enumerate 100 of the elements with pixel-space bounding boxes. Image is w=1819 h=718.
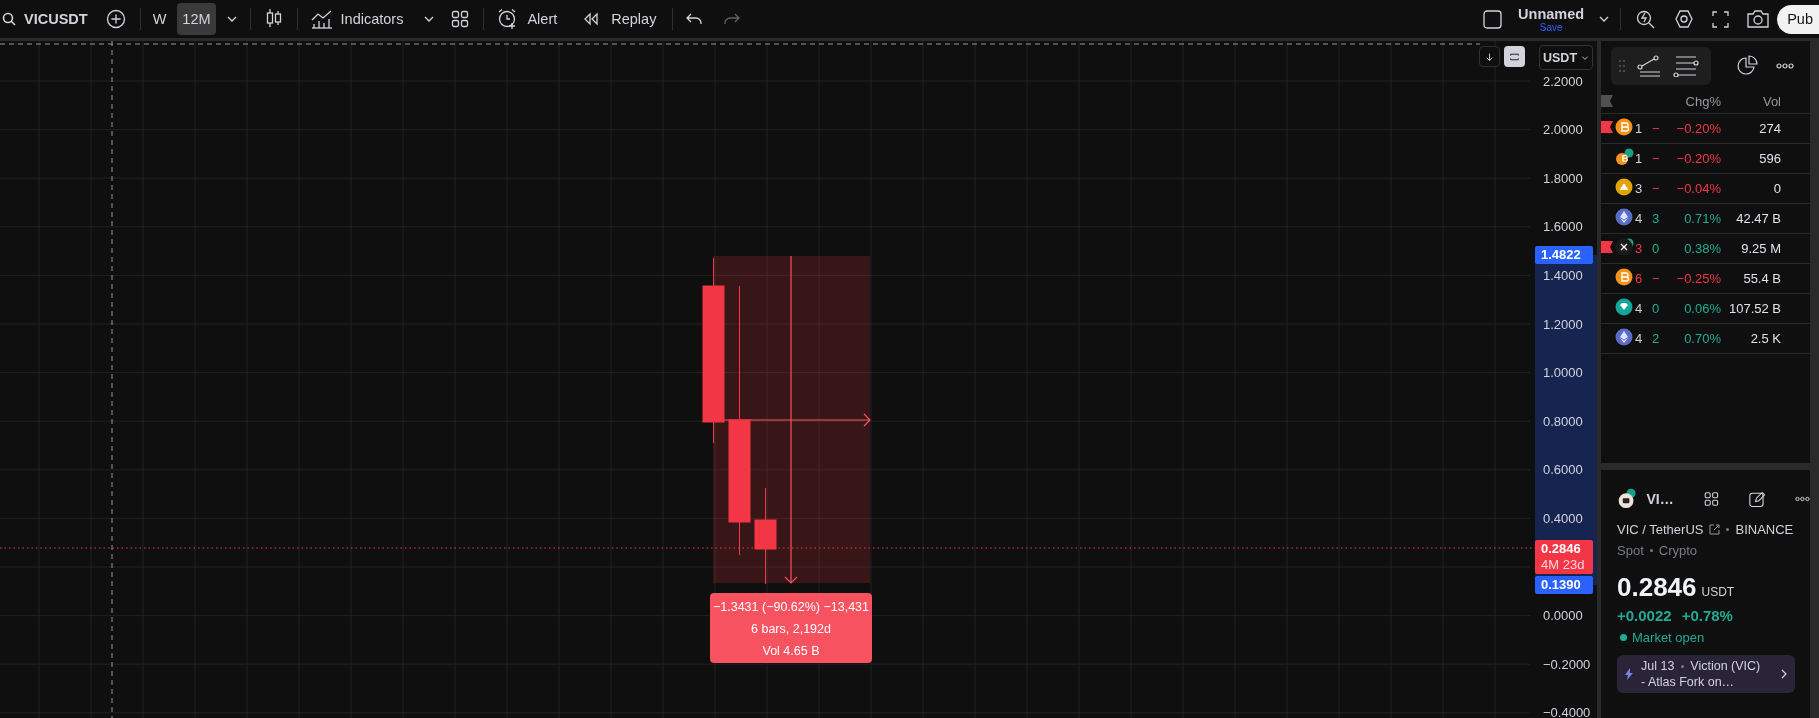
- change-percent-cell-text: −0.20%: [1675, 151, 1721, 166]
- watchlist-row[interactable]: 4 2 0.70% 2.5 K: [1601, 324, 1810, 354]
- change-percent-cell-text: 0.06%: [1683, 301, 1721, 316]
- replay-button[interactable]: Replay: [577, 3, 663, 35]
- drag-handle-icon[interactable]: [1619, 60, 1625, 72]
- change-percent-cell-text: 0.38%: [1683, 241, 1721, 256]
- price-label: 0.0000: [1543, 608, 1583, 624]
- status-dot: [1620, 634, 1627, 641]
- scroll-down-button[interactable]: [1479, 46, 1500, 67]
- price-label: −0.2000: [1543, 656, 1591, 672]
- interval-button[interactable]: 12M: [177, 3, 216, 35]
- volume-cell-text: 2.5 K: [1749, 331, 1781, 346]
- more-icon[interactable]: [1795, 496, 1810, 502]
- price-label: −0.4000: [1543, 705, 1591, 718]
- undo-icon[interactable]: [686, 13, 703, 25]
- layout-caret-icon[interactable]: [1598, 15, 1611, 23]
- settings-icon[interactable]: [1674, 9, 1695, 29]
- asset-category: Crypto: [1658, 543, 1698, 558]
- quick-search-icon[interactable]: [1636, 9, 1657, 29]
- price-label: 1.0000: [1543, 365, 1583, 381]
- layout-name-button[interactable]: Unnamed Save: [1512, 5, 1591, 33]
- volume-cell-text: 0: [1772, 181, 1781, 196]
- indicators-button[interactable]: Indicators: [304, 3, 410, 35]
- change-cell-text: 2: [1651, 331, 1661, 346]
- layout-grid-icon[interactable]: [451, 10, 470, 28]
- symbol-cell-text: 1: [1635, 121, 1644, 136]
- list-icon[interactable]: [1673, 55, 1699, 77]
- symbol-cell-text: 3: [1635, 241, 1644, 256]
- exchange-name: BINANCE: [1735, 522, 1794, 537]
- add-symbol-icon[interactable]: [105, 9, 126, 29]
- rewind-icon[interactable]: [583, 12, 600, 26]
- watchlist-row[interactable]: 1 − −0.20% 274: [1601, 114, 1810, 144]
- watchlist-row[interactable]: 4 0 0.06% 107.52 B: [1601, 294, 1810, 324]
- interval-button[interactable]: W: [147, 3, 172, 35]
- measure-tooltip: −1.3431 (−90.62%) −13,431 6 bars, 2,192d Vol 4.65 B: [710, 593, 872, 663]
- change-percent-cell-text: 0.70%: [1683, 331, 1721, 346]
- volume-cell-text: 9.25 M: [1740, 241, 1781, 256]
- chevron-right-icon: [1781, 669, 1787, 679]
- change-cell-text: 0: [1651, 241, 1661, 256]
- alert-button[interactable]: Alert: [491, 3, 564, 35]
- event-button[interactable]: Jul 13 Viction (VIC) - Atlas Fork on…: [1617, 655, 1795, 693]
- publish-button[interactable]: Pub: [1777, 4, 1819, 34]
- market-type: Spot: [1617, 543, 1644, 558]
- more-icon[interactable]: [1776, 63, 1794, 69]
- auto-scale-button[interactable]: [1504, 46, 1525, 67]
- symbol-cell-text: 6: [1635, 271, 1644, 286]
- percent-change: +0.78%: [1681, 607, 1733, 624]
- watchlist-row[interactable]: 6 − −0.25% 55.4 B: [1601, 264, 1810, 294]
- volume-cell-text: 107.52 B: [1727, 301, 1781, 316]
- price-label: 0.8000: [1543, 413, 1583, 429]
- redo-icon[interactable]: [724, 13, 741, 25]
- edit-icon[interactable]: [1748, 489, 1766, 509]
- external-link-icon[interactable]: [1709, 524, 1721, 535]
- volume-cell-text: 42.47 B: [1735, 211, 1781, 226]
- interval-caret-icon[interactable]: [225, 15, 238, 23]
- price-label: 1.6000: [1543, 219, 1583, 235]
- symbol-search-button[interactable]: VICUSDT: [0, 3, 94, 35]
- pie-chart-icon[interactable]: [1736, 55, 1758, 77]
- search-icon[interactable]: [2, 12, 16, 26]
- watchlist-row[interactable]: 1 − −0.20% 596: [1601, 144, 1810, 174]
- watchlist-row[interactable]: 3 − −0.04% 0: [1601, 174, 1810, 204]
- layout-grid-icon[interactable]: [1703, 490, 1719, 508]
- measure-drawing[interactable]: [712, 255, 871, 584]
- camera-icon[interactable]: [1747, 10, 1770, 28]
- flag-icon[interactable]: [1601, 241, 1613, 253]
- flag-icon[interactable]: [1601, 121, 1613, 133]
- price-tag: 0.1390: [1535, 576, 1593, 594]
- change-percent-cell-text: −0.04%: [1675, 181, 1721, 196]
- column-header: Vol: [1761, 93, 1781, 109]
- currency-dropdown[interactable]: USDT: [1539, 45, 1593, 70]
- market-status: Market open: [1632, 630, 1705, 645]
- volume-cell-text: 596: [1758, 151, 1781, 166]
- symbol-description: VIC / TetherUS: [1617, 522, 1704, 537]
- price-currency: USDT: [1701, 585, 1735, 599]
- lightning-icon: [1625, 668, 1633, 680]
- watchlist-row[interactable]: 3 0 0.38% 9.25 M: [1601, 234, 1810, 264]
- change-cell-text: −: [1651, 181, 1661, 196]
- last-price: 0.2846: [1617, 572, 1697, 603]
- watchlist-row[interactable]: 4 3 0.71% 42.47 B: [1601, 204, 1810, 234]
- indicators-caret-icon[interactable]: [423, 15, 436, 23]
- change-percent-cell-text: 0.71%: [1683, 211, 1721, 226]
- layout-square-icon[interactable]: [1483, 9, 1503, 29]
- caret-icon[interactable]: [1581, 53, 1589, 62]
- price-label: 2.0000: [1543, 122, 1583, 138]
- volume-cell-text: 274: [1758, 121, 1781, 136]
- price-label: 0.4000: [1543, 510, 1583, 526]
- volume-cell-text: 55.4 B: [1742, 271, 1781, 286]
- change-cell-text: 0: [1651, 301, 1661, 316]
- indicators-icon[interactable]: [310, 9, 333, 29]
- symbol-cell-text: 3: [1635, 181, 1644, 196]
- symbol-cell-text: 1: [1635, 151, 1644, 166]
- trend-line-icon[interactable]: [1637, 55, 1661, 77]
- change-percent-cell-text: −0.25%: [1675, 271, 1721, 286]
- fullscreen-icon[interactable]: [1712, 10, 1730, 28]
- symbol-name: VI…: [1646, 491, 1675, 507]
- change-cell-text: −: [1651, 121, 1661, 136]
- change-cell-text: −: [1651, 151, 1661, 166]
- price-label: 2.2000: [1543, 73, 1583, 89]
- candles-icon[interactable]: [265, 6, 282, 29]
- column-header: Chg%: [1684, 93, 1721, 109]
